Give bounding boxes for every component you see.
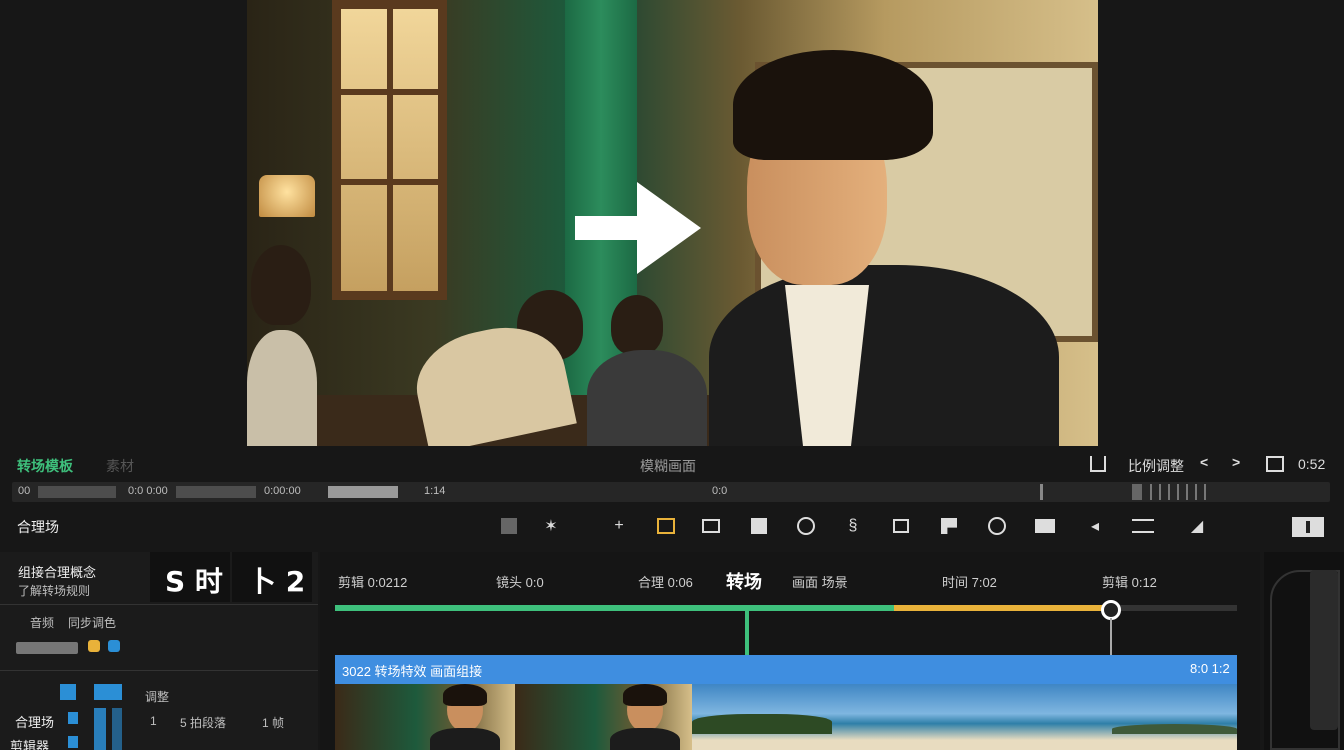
ruler-tick bbox=[1132, 484, 1142, 500]
effect-icon[interactable] bbox=[797, 517, 815, 535]
ruler-segment-active bbox=[328, 486, 398, 498]
flag-icon[interactable] bbox=[941, 518, 957, 534]
level-bar bbox=[94, 708, 106, 750]
split-icon[interactable] bbox=[501, 518, 517, 534]
ruler-label-1: 00 bbox=[18, 485, 31, 497]
fullscreen-icon[interactable] bbox=[1266, 456, 1284, 472]
level-bar bbox=[112, 708, 122, 750]
level-bar bbox=[68, 712, 78, 724]
transition-template-title[interactable]: 转场模板 bbox=[17, 456, 73, 476]
level-bar bbox=[94, 684, 122, 700]
timeline-marker[interactable]: 剪辑 0:0212 bbox=[338, 572, 407, 591]
ratio-adjust-button[interactable]: 比例调整 bbox=[1128, 456, 1184, 476]
transition-connector bbox=[745, 611, 749, 655]
tag-2: 5 拍段落 bbox=[180, 716, 227, 730]
progress-yellow bbox=[894, 605, 1111, 611]
preview-lamp bbox=[259, 175, 315, 217]
big-label-right: 卜 2 bbox=[248, 565, 306, 598]
adjust-group-label: 调整 bbox=[145, 690, 170, 704]
clip-thumbnail-beach[interactable] bbox=[692, 684, 1237, 750]
clip-title: 3022 转场特效 画面组接 bbox=[342, 664, 483, 679]
magic-icon[interactable]: ✶ bbox=[540, 515, 562, 537]
timeline-marker[interactable]: 画面 场景 bbox=[792, 572, 848, 591]
progress-green bbox=[335, 605, 895, 611]
prev-frame-icon[interactable]: < bbox=[1200, 454, 1208, 470]
ruler-label-4: 1:14 bbox=[424, 485, 446, 497]
filter-icon[interactable] bbox=[893, 519, 909, 533]
tag-3: 1 帧 bbox=[262, 716, 285, 730]
next-frame-icon[interactable]: > bbox=[1232, 454, 1240, 470]
item-scene[interactable]: 合理场 bbox=[15, 712, 54, 731]
ruler-label-2: 0:0 0:00 bbox=[128, 485, 168, 497]
material-tab[interactable]: 素材 bbox=[106, 456, 134, 476]
tag-1: 1 bbox=[150, 714, 157, 728]
preview-subject-jacket bbox=[709, 265, 1059, 446]
ruler-ticks bbox=[1150, 484, 1210, 500]
playhead-handle[interactable] bbox=[1100, 600, 1121, 620]
menu-icon[interactable] bbox=[1132, 519, 1154, 533]
right-scroll-panel bbox=[1264, 552, 1344, 750]
clip-duration: 8:0 1:2 bbox=[1190, 661, 1230, 676]
transition-marker[interactable]: 转场 bbox=[726, 568, 762, 594]
canvas-icon[interactable] bbox=[1035, 519, 1055, 533]
add-icon[interactable]: + bbox=[608, 515, 630, 537]
clip-thumbnail-1[interactable] bbox=[335, 684, 515, 750]
preview-person-1-body bbox=[247, 330, 317, 446]
export-button[interactable] bbox=[1292, 517, 1324, 537]
level-slider[interactable] bbox=[16, 642, 78, 654]
panel-subheading: 了解转场规则 bbox=[18, 584, 91, 598]
color-sync-label: 同步调色 bbox=[68, 616, 117, 630]
preview-person-1-head bbox=[251, 245, 311, 325]
slash-icon[interactable]: ◢ bbox=[1186, 515, 1208, 537]
timeline-marker[interactable]: 时间 7:02 bbox=[942, 572, 997, 591]
back-icon[interactable]: ◂ bbox=[1084, 515, 1106, 537]
audio-label: 音频 bbox=[30, 616, 55, 630]
level-bar bbox=[68, 736, 78, 748]
sticker-icon[interactable] bbox=[751, 518, 767, 534]
big-label-left: S 时 bbox=[165, 565, 223, 598]
timeline-marker[interactable]: 镜头 0:0 bbox=[496, 572, 544, 591]
preview-subject-hair bbox=[733, 50, 933, 160]
left-panel: 组接合理概念 了解转场规则 S 时 卜 2 音频 同步调色 调整 合理场 剪辑器… bbox=[0, 552, 318, 750]
ruler-segment bbox=[38, 486, 116, 498]
crop-icon[interactable] bbox=[1090, 456, 1106, 472]
blur-label: 模糊画面 bbox=[640, 458, 696, 474]
item-editor[interactable]: 剪辑器 bbox=[10, 736, 49, 750]
timeline-marker[interactable]: 合理 0:06 bbox=[638, 572, 693, 591]
ruler-label-5: 0:0 bbox=[712, 485, 728, 497]
video-preview[interactable] bbox=[247, 0, 1098, 446]
transition-arrow-icon bbox=[575, 182, 701, 274]
timeline-marker[interactable]: 剪辑 0:12 bbox=[1102, 572, 1157, 591]
ruler-tick bbox=[1040, 484, 1043, 500]
adjust-icon[interactable] bbox=[988, 517, 1006, 535]
panel-heading: 组接合理概念 bbox=[18, 565, 97, 580]
speed-icon[interactable]: § bbox=[842, 515, 864, 537]
duration-readout: 0:52 bbox=[1298, 456, 1326, 472]
ruler-segment bbox=[176, 486, 256, 498]
clip-thumbnail-2[interactable] bbox=[515, 684, 692, 750]
scrollbar[interactable] bbox=[1310, 570, 1338, 730]
preview-person-3-head bbox=[611, 295, 663, 355]
scene-label: 合理场 bbox=[17, 519, 59, 535]
text-icon[interactable] bbox=[657, 518, 675, 534]
info-icon[interactable] bbox=[108, 640, 120, 652]
preview-window-pane bbox=[332, 0, 447, 300]
preview-person-3-body bbox=[587, 350, 707, 446]
video-editor-app: 转场模板 素材 模糊画面 比例调整 < > 0:52 00 0:0 0:00 0… bbox=[0, 0, 1344, 750]
subtitle-icon[interactable] bbox=[702, 519, 720, 533]
warning-icon[interactable] bbox=[88, 640, 100, 652]
level-bar bbox=[60, 684, 76, 700]
ruler-label-3: 0:00:00 bbox=[264, 485, 301, 497]
